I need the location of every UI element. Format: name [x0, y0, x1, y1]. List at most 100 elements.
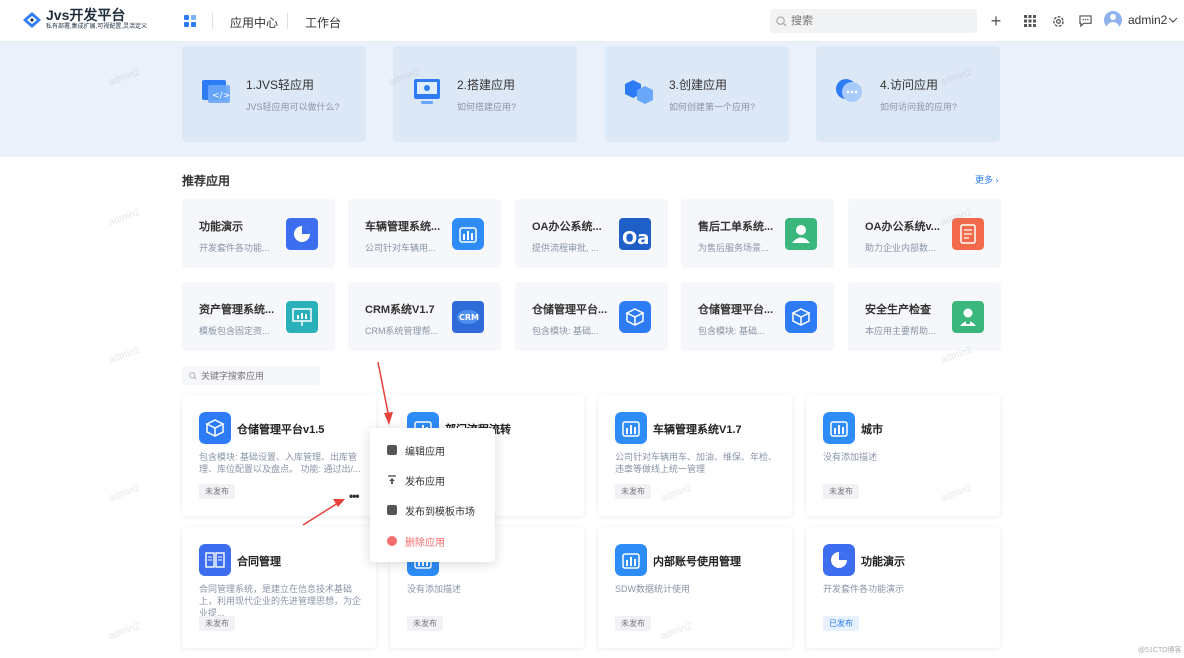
guide-card-1[interactable]: </> 1.JVS轻应用 JVS轻应用可以做什么?: [182, 46, 366, 142]
recommended-app-card[interactable]: OA办公系统... 提供流程审批, ... Oa: [515, 199, 668, 268]
app-desc: 没有添加描述: [823, 452, 878, 462]
search-icon: [776, 15, 787, 27]
status-badge: 未发布: [615, 616, 651, 631]
menu-item-label: 删除应用: [405, 537, 445, 549]
app-name: 功能演示: [199, 221, 243, 233]
guide-desc: 如何创建第一个应用?: [669, 102, 756, 112]
app-card[interactable]: 仓储管理平台v1.5 包含模块: 基础设置、入库管理、出库管理、库位配置以及盘点…: [182, 395, 376, 516]
guide-title: 1.JVS轻应用: [246, 78, 315, 92]
app-name: 仓储管理平台...: [532, 304, 608, 316]
app-name: 售后工单系统...: [698, 221, 774, 233]
recommended-app-card[interactable]: 售后工单系统... 为售后服务场景...: [681, 199, 834, 268]
more-link[interactable]: 更多 ›: [975, 173, 999, 186]
app-name: 城市: [861, 424, 883, 436]
user-shield-icon: [952, 301, 984, 333]
message-icon[interactable]: [1076, 12, 1094, 30]
delete-icon: [387, 536, 397, 546]
bar-chart-icon: [452, 218, 484, 250]
pie-chart-icon: [823, 544, 855, 576]
search-input[interactable]: [791, 15, 961, 27]
nav-workbench[interactable]: 工作台: [305, 14, 341, 31]
status-badge: 未发布: [407, 616, 443, 631]
nav-app-center[interactable]: 应用中心: [230, 14, 278, 31]
monitor-icon: [414, 79, 440, 104]
guide-card-3[interactable]: 3.创建应用 如何创建第一个应用?: [605, 46, 789, 142]
app-name: 内部账号使用管理: [653, 556, 741, 568]
add-icon[interactable]: +: [987, 11, 1005, 31]
keyword-search-input[interactable]: [201, 370, 311, 381]
app-name: OA办公系统v...: [865, 221, 940, 233]
oa-logo-icon: Oa: [619, 218, 651, 250]
app-name: 资产管理系统...: [199, 304, 275, 316]
upload-icon: [387, 475, 397, 485]
app-desc: 模板包含固定资...: [199, 326, 270, 336]
menu-item-delete[interactable]: 删除应用: [370, 526, 495, 556]
guide-desc: 如何访问我的应用?: [880, 102, 958, 112]
app-name: 车辆管理系统...: [365, 221, 441, 233]
recommended-app-card[interactable]: 仓储管理平台... 包含模块: 基础...: [515, 282, 668, 351]
app-card[interactable]: 城市 没有添加描述 未发布: [806, 395, 1000, 516]
status-badge: 未发布: [615, 484, 651, 499]
app-desc: 包含模块: 基础...: [532, 326, 599, 336]
app-name: 合同管理: [237, 556, 281, 568]
app-card[interactable]: 内部账号使用管理 SDW数据统计使用 未发布: [598, 527, 792, 648]
app-name: 安全生产检查: [865, 304, 931, 316]
guide-card-4[interactable]: 4.访问应用 如何访问我的应用?: [816, 46, 1000, 142]
menu-item-edit[interactable]: 编辑应用: [370, 435, 495, 465]
recommended-app-card[interactable]: 资产管理系统... 模板包含固定资...: [182, 282, 335, 351]
app-grid-icon[interactable]: [184, 15, 196, 27]
guide-card-2[interactable]: 2.搭建应用 如何搭建应用?: [393, 46, 577, 142]
edit-icon: [387, 445, 397, 455]
chevron-down-icon: [1168, 17, 1178, 23]
menu-item-publish-template[interactable]: 发布到模板市场: [370, 495, 495, 525]
guide-title: 2.搭建应用: [457, 78, 516, 92]
app-desc: 为售后服务场景...: [698, 243, 769, 253]
box-icon: [199, 412, 231, 444]
menu-item-publish[interactable]: 发布应用: [370, 465, 495, 495]
box-icon: [785, 301, 817, 333]
guide-title: 4.访问应用: [880, 78, 939, 92]
app-name: 车辆管理系统V1.7: [653, 424, 742, 436]
presentation-icon: [286, 301, 318, 333]
logo[interactable]: Jvs开发平台 私有部署,集成扩展,可视配置,灵活定义: [22, 8, 147, 31]
menu-item-label: 发布到模板市场: [405, 506, 475, 518]
app-keyword-search[interactable]: [182, 366, 320, 385]
recommended-app-card[interactable]: 功能演示 开发套件各功能...: [182, 199, 335, 268]
guide-desc: JVS轻应用可以做什么?: [246, 102, 340, 112]
logo-subtitle: 私有部署,集成扩展,可视配置,灵活定义: [46, 24, 148, 30]
recommended-app-card[interactable]: CRM系统V1.7 CRM系统管理帮... CRM: [348, 282, 501, 351]
settings-icon[interactable]: [1049, 12, 1067, 30]
search-box[interactable]: [770, 9, 977, 33]
box-icon: [619, 301, 651, 333]
template-icon: [387, 505, 397, 515]
app-name: 仓储管理平台v1.5: [237, 424, 325, 436]
recommended-app-card[interactable]: 车辆管理系统... 公司针对车辆用...: [348, 199, 501, 268]
app-card[interactable]: 车辆管理系统V1.7 公司针对车辆用车、加油、维保、年检、违章等做线上统一管理 …: [598, 395, 792, 516]
grid-menu-icon[interactable]: [1021, 12, 1039, 30]
app-card[interactable]: 合同管理 合同管理系统，是建立在信息技术基础上，利用现代企业的先进管理思想，为企…: [182, 527, 376, 648]
app-name: 功能演示: [861, 556, 905, 568]
app-desc: 包含模块: 基础设置、入库管理、出库管理、库位配置以及盘点。 功能: 通过出/.…: [199, 452, 361, 474]
svg-text:CRM: CRM: [459, 313, 479, 322]
menu-item-label: 发布应用: [405, 476, 445, 488]
more-options-icon[interactable]: •••: [349, 489, 360, 503]
search-icon: [189, 371, 197, 380]
app-desc: 开发套件各功能演示: [823, 584, 905, 594]
recommended-app-card[interactable]: OA办公系统v... 助力企业内部数...: [848, 199, 1001, 268]
status-badge: 未发布: [199, 484, 235, 499]
logo-icon: [23, 11, 41, 28]
code-window-icon: </>: [202, 80, 230, 103]
recommended-app-card[interactable]: 安全生产检查 本应用主要帮助...: [848, 282, 1001, 351]
app-name: 仓储管理平台...: [698, 304, 774, 316]
user-name: admin2: [1128, 13, 1168, 27]
chat-bubble-icon: [836, 79, 862, 102]
recommended-app-card[interactable]: 仓储管理平台... 包含模块: 基础...: [681, 282, 834, 351]
user-menu[interactable]: admin2: [1104, 11, 1178, 29]
avatar: [1104, 11, 1122, 29]
app-desc: 合同管理系统，是建立在信息技术基础上，利用现代企业的先进管理思想，为企业提...: [199, 584, 362, 618]
app-desc: 包含模块: 基础...: [698, 326, 765, 336]
status-badge: 未发布: [823, 484, 859, 499]
app-name: CRM系统V1.7: [365, 304, 435, 316]
app-card[interactable]: 功能演示 开发套件各功能演示 已发布: [806, 527, 1000, 648]
status-badge: 已发布: [823, 616, 859, 631]
